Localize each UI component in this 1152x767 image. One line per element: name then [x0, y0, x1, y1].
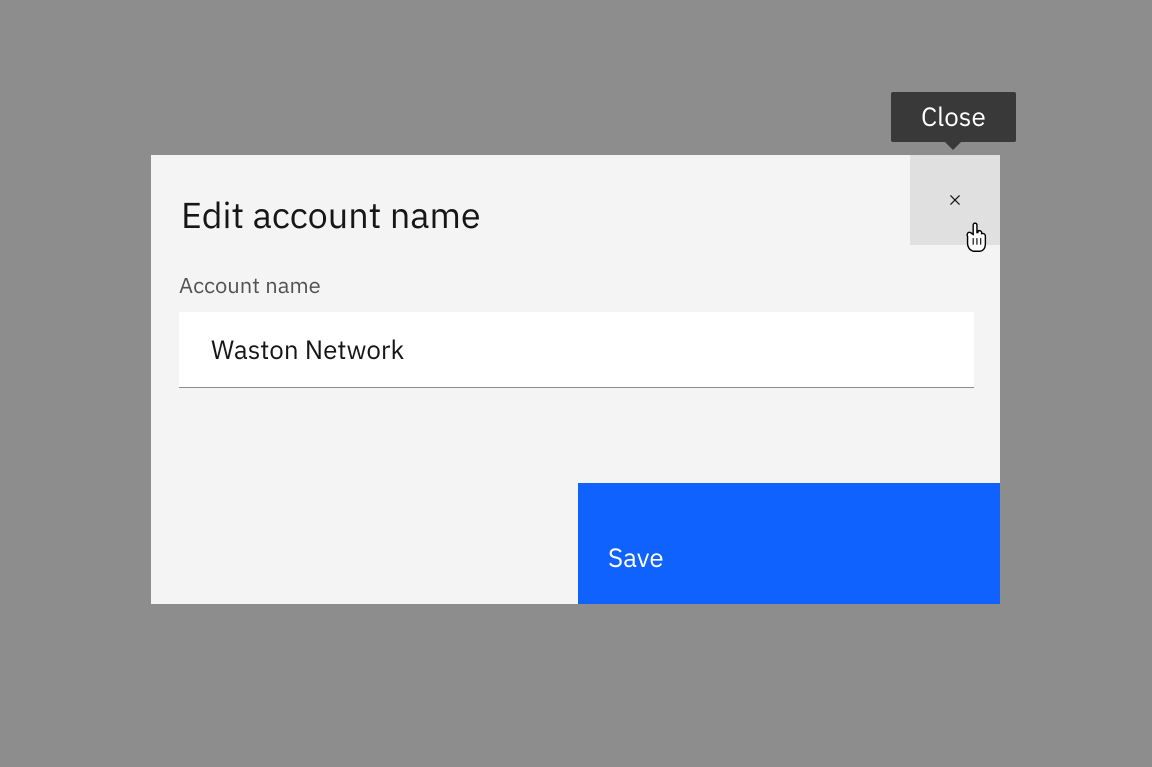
save-button[interactable]: Save: [578, 483, 1000, 604]
modal-footer: Save: [151, 483, 1000, 604]
modal-header: Edit account name: [151, 155, 1000, 238]
tooltip-label: Close: [921, 100, 986, 134]
edit-account-modal: Edit account name Account name Save: [151, 155, 1000, 604]
close-tooltip: Close: [891, 92, 1016, 142]
modal-title: Edit account name: [181, 191, 970, 238]
modal-body: Account name: [151, 238, 1000, 483]
save-button-label: Save: [608, 541, 664, 575]
footer-spacer: [151, 483, 578, 604]
close-button[interactable]: [910, 155, 1000, 245]
close-icon: [945, 190, 965, 210]
account-name-label: Account name: [179, 271, 972, 300]
account-name-input[interactable]: [179, 312, 974, 388]
